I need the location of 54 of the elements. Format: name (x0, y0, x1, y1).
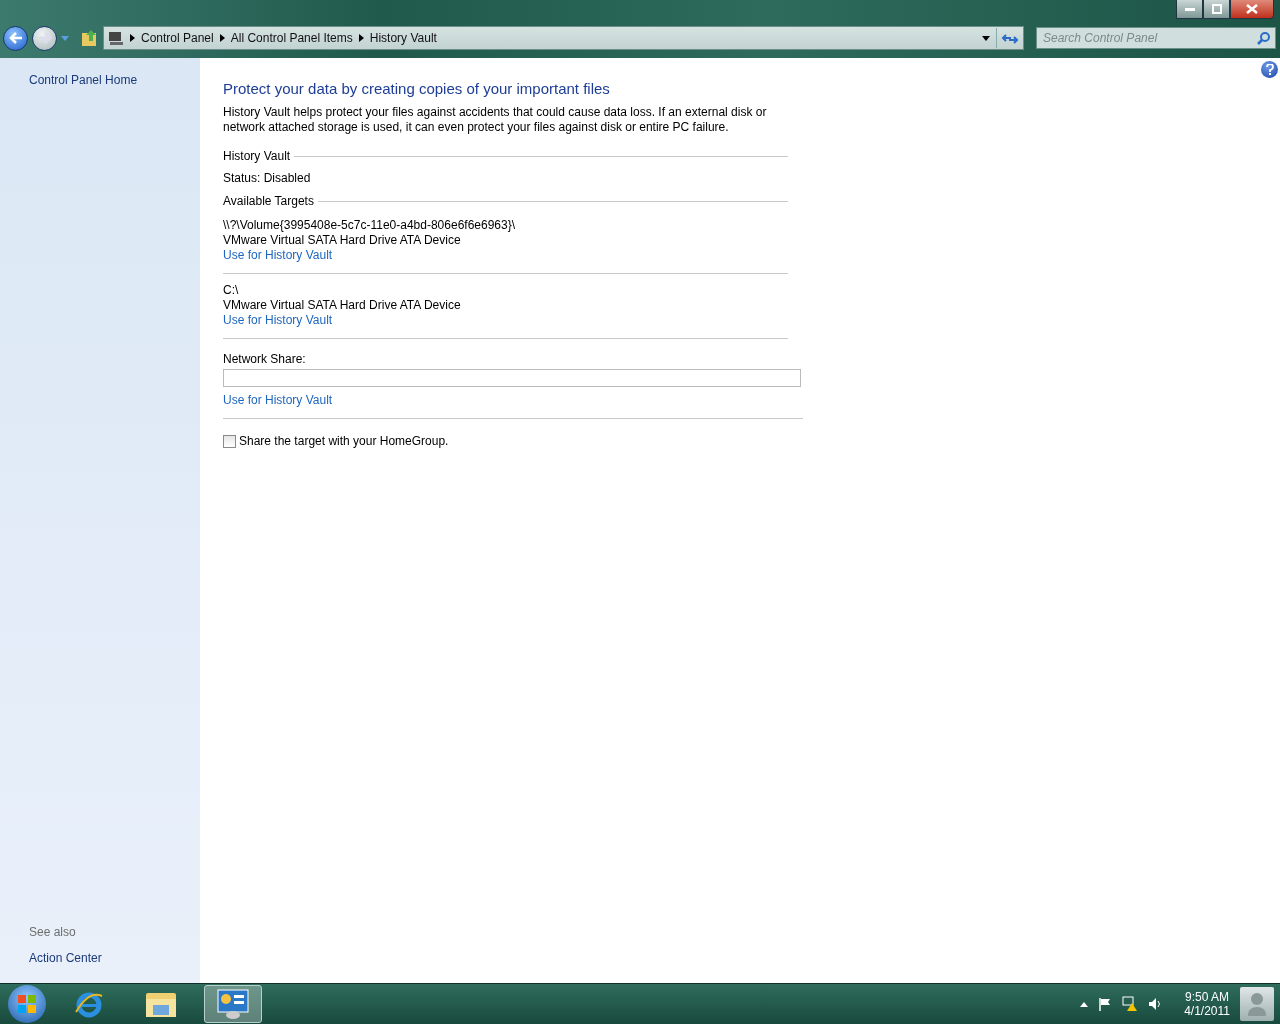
person-silhouette-icon (1247, 992, 1267, 1016)
homegroup-checkbox[interactable] (223, 435, 236, 448)
search-field[interactable]: Search Control Panel (1036, 27, 1276, 49)
help-button[interactable] (1261, 61, 1278, 78)
minimize-icon (1184, 7, 1195, 11)
sidebar-link[interactable]: Action Center (29, 951, 200, 965)
target-path: \\?\Volume{3995408e-5c7c-11e0-a4bd-806e6f6e6963}\ (223, 218, 517, 233)
dropdown-icon[interactable] (982, 35, 990, 41)
use-target-link[interactable]: Use for History Vault (223, 248, 333, 263)
clock[interactable]: 9:50 AM 4/1/2011 (1184, 990, 1230, 1018)
windows-logo-icon (17, 994, 37, 1014)
computer-icon (108, 31, 124, 45)
description: History Vault helps protect your files against accidents that could cause data loss. If an external disk or network attached storage is used, it can even protect your files against disk or entire PC failure. (223, 105, 768, 135)
target-path: C:\ (223, 283, 240, 298)
control-panel-icon (216, 988, 250, 1020)
restore-button[interactable] (1203, 0, 1230, 19)
flag-icon[interactable] (1098, 997, 1113, 1011)
address-bar[interactable]: Control Panel All Control Panel Items History Vault (103, 26, 1024, 50)
breadcrumb[interactable]: All Control Panel Items (230, 31, 353, 45)
taskbar-button[interactable] (204, 985, 262, 1023)
forward-button[interactable] (32, 25, 57, 51)
section-heading: Available Targets (223, 194, 314, 209)
back-button[interactable] (3, 25, 28, 51)
time-text: 9:50 AM (1185, 990, 1230, 1004)
show-hidden-icons-icon[interactable] (1080, 1001, 1089, 1007)
network-warning-icon[interactable] (1122, 996, 1139, 1012)
start-button[interactable] (8, 985, 46, 1023)
breadcrumb[interactable]: Control Panel (141, 31, 214, 45)
up-folder-icon[interactable] (81, 29, 99, 47)
minimize-button[interactable] (1176, 0, 1203, 19)
use-target-link[interactable]: Use for History Vault (223, 393, 333, 408)
see-also-heading: See also (29, 925, 77, 939)
network-share-field[interactable] (223, 369, 801, 387)
chevron-icon[interactable] (219, 34, 225, 42)
breadcrumb[interactable]: History Vault (369, 31, 437, 45)
use-target-link[interactable]: Use for History Vault (223, 313, 333, 328)
target-device: VMware Virtual SATA Hard Drive ATA Device (223, 298, 462, 313)
restore-icon (1211, 4, 1222, 14)
forward-arrow-icon (37, 32, 52, 44)
sidebar-link[interactable]: Control Panel Home (29, 73, 200, 87)
network-share-label: Network Share: (223, 352, 307, 367)
chevron-icon[interactable] (130, 34, 135, 42)
back-arrow-icon (8, 32, 23, 44)
status-text: Status: Disabled (223, 171, 312, 186)
date-text: 4/1/2011 (1184, 1004, 1230, 1018)
search-icon[interactable] (1257, 31, 1271, 45)
close-button[interactable] (1230, 0, 1274, 19)
close-icon (1246, 4, 1258, 14)
target-device: VMware Virtual SATA Hard Drive ATA Device (223, 233, 462, 248)
help-icon (1265, 64, 1274, 75)
section-heading: History Vault (223, 149, 291, 164)
checkbox-label[interactable]: Share the target with your HomeGroup. (239, 434, 449, 449)
page-heading: Protect your data by creating copies of your important files (223, 80, 611, 97)
chevron-icon[interactable] (358, 34, 364, 42)
